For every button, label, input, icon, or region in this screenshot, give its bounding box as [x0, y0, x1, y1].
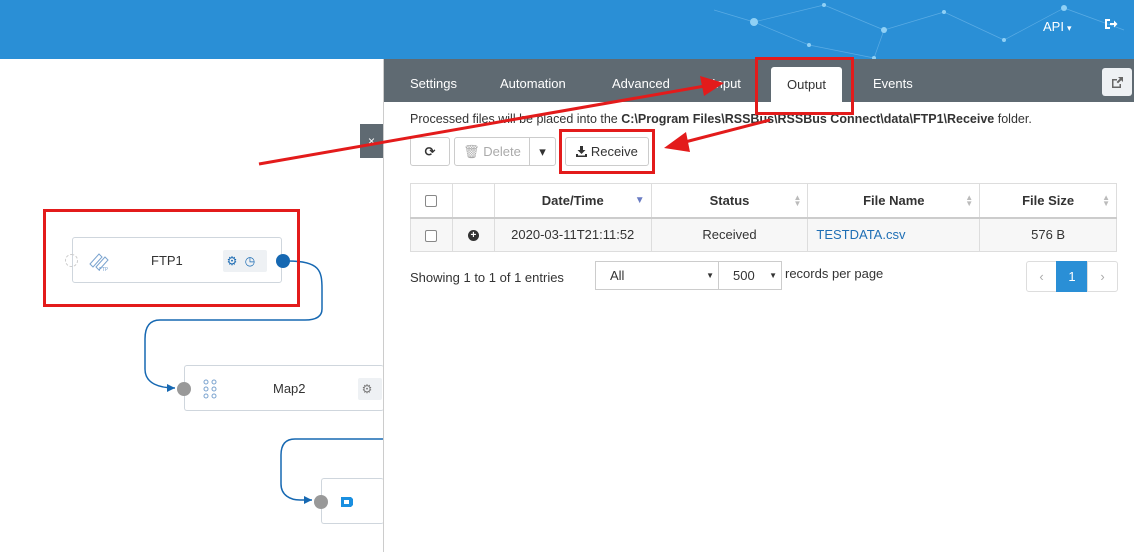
node-ftp1[interactable]: FTP FTP1 ⚙ ◷ — [65, 237, 290, 283]
select-all-checkbox[interactable] — [425, 195, 438, 208]
cell-datetime: 2020-03-11T21:11:52 — [493, 217, 652, 252]
svg-text:FTP: FTP — [99, 267, 108, 272]
node-label: Map2 — [273, 381, 306, 396]
plus-circle-icon[interactable]: + — [467, 230, 479, 242]
output-port[interactable] — [276, 254, 290, 268]
tab-settings[interactable]: Settings — [410, 76, 457, 91]
receive-button[interactable]: Receive — [565, 137, 649, 166]
info-prefix: Processed files will be placed into the — [410, 112, 622, 126]
tab-input[interactable]: Input — [712, 76, 741, 91]
collapse-panel-button[interactable]: × — [360, 124, 383, 158]
page-size-select[interactable]: 500 ▼ — [718, 261, 782, 290]
gear-icon[interactable]: ⚙ — [223, 250, 241, 272]
column-header-filename[interactable]: File Name ▲ ▼ — [807, 183, 981, 219]
chevron-down-icon: ▾ — [1066, 23, 1072, 33]
refresh-button[interactable]: ⟳ — [410, 137, 450, 166]
pagination-prev[interactable]: ‹ — [1026, 261, 1057, 292]
ftp-icon: FTP — [89, 253, 109, 272]
tab-events[interactable]: Events — [873, 76, 913, 91]
chevron-down-icon: ▾ — [539, 144, 546, 159]
file-link[interactable]: TESTDATA.csv — [816, 227, 905, 242]
tab-automation[interactable]: Automation — [500, 76, 566, 91]
row-expand-cell: + — [451, 217, 495, 252]
node-label: FTP1 — [151, 253, 183, 268]
pagination-page-1[interactable]: 1 — [1056, 261, 1088, 292]
filter-select[interactable]: All ▼ — [595, 261, 719, 290]
input-port[interactable] — [177, 382, 191, 396]
logout-icon[interactable] — [1104, 17, 1118, 34]
node-actions: ⚙ ◷ — [223, 250, 267, 272]
external-link-icon[interactable] — [1102, 68, 1132, 96]
api-menu[interactable]: API ▾ — [1043, 19, 1072, 34]
sort-icon: ▲ ▼ — [793, 193, 802, 208]
column-header-status[interactable]: Status ▲ ▼ — [650, 183, 809, 219]
sort-desc-icon: ▼ — [634, 195, 645, 206]
tab-output[interactable]: Output — [771, 67, 843, 102]
clock-icon[interactable]: ◷ — [241, 250, 259, 272]
cell-status: Received — [650, 217, 809, 252]
map-icon — [203, 379, 217, 399]
row-select-cell — [410, 217, 453, 252]
expand-header-cell — [451, 183, 495, 219]
refresh-icon: ⟳ — [424, 144, 436, 159]
table-row: + 2020-03-11T21:11:52 Received TESTDATA.… — [410, 217, 1117, 252]
output-folder-path: C:\Program Files\RSSBus\RSSBus Connect\d… — [621, 112, 995, 126]
page-size-value: 500 — [733, 268, 755, 283]
cell-filesize: 576 B — [979, 217, 1117, 252]
row-checkbox[interactable] — [425, 229, 438, 242]
receive-label: Receive — [590, 144, 638, 159]
filter-value: All — [610, 268, 625, 283]
delete-label: Delete — [483, 144, 521, 159]
output-files-table: Date/Time ▼ Status ▲ ▼ File Name ▲ ▼ File Siz… — [410, 183, 1117, 252]
tab-bar: Settings Automation Advanced Input Outpu… — [384, 59, 1134, 102]
connector-icon — [341, 497, 353, 507]
cell-filename: TESTDATA.csv — [807, 217, 981, 252]
entries-summary: Showing 1 to 1 of 1 entries — [410, 270, 564, 285]
download-icon — [576, 144, 591, 159]
pagination-next[interactable]: › — [1087, 261, 1118, 292]
input-port[interactable] — [314, 495, 328, 509]
column-header-datetime[interactable]: Date/Time ▼ — [493, 183, 652, 219]
chevron-down-icon: ▼ — [769, 271, 777, 280]
node-actions: ⚙ — [358, 378, 382, 400]
select-all-cell — [410, 183, 453, 219]
node-map2[interactable]: Map2 ⚙ — [177, 365, 384, 411]
table-header-row: Date/Time ▼ Status ▲ ▼ File Name ▲ ▼ File Siz… — [410, 183, 1117, 219]
connector-detail-panel: Settings Automation Advanced Input Outpu… — [383, 59, 1134, 552]
chevron-down-icon: ▼ — [706, 271, 714, 280]
api-label: API — [1043, 19, 1064, 34]
sort-icon: ▲ ▼ — [965, 193, 974, 208]
records-per-page-label: records per page — [785, 266, 884, 281]
column-header-filesize[interactable]: File Size ▲ ▼ — [979, 183, 1117, 219]
top-navbar: API ▾ — [0, 0, 1134, 59]
info-suffix: folder. — [994, 112, 1032, 126]
status-ring-icon — [65, 254, 78, 267]
flow-canvas[interactable]: FTP FTP1 ⚙ ◷ Map2 ⚙ — [0, 59, 384, 552]
node-connector[interactable] — [314, 478, 384, 524]
trash-icon: 🗑 — [463, 144, 480, 159]
delete-button[interactable]: 🗑 Delete — [454, 137, 530, 166]
output-folder-info: Processed files will be placed into the … — [410, 112, 1032, 126]
sort-icon: ▲ ▼ — [1102, 193, 1110, 208]
delete-dropdown-button[interactable]: ▾ — [529, 137, 556, 166]
gear-icon[interactable]: ⚙ — [358, 378, 376, 400]
tab-advanced[interactable]: Advanced — [612, 76, 670, 91]
